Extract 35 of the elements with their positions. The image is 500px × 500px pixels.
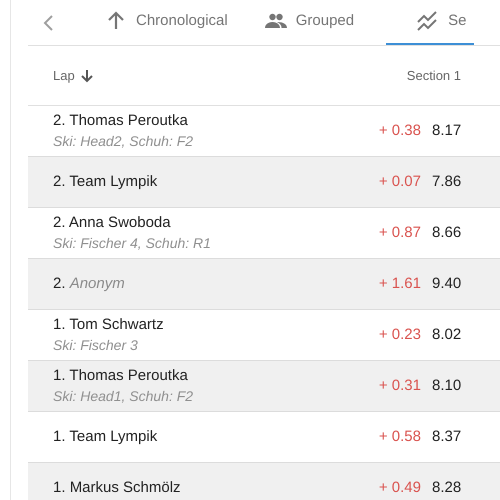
equipment-detail: Ski: Head1, Schuh: F2 (53, 387, 194, 406)
competitor-name: 2. Thomas Peroutka (53, 111, 189, 131)
column-header[interactable]: Section 1 (406, 66, 461, 86)
tab[interactable]: Chronological (100, 0, 232, 45)
section-time: 8.02 (432, 324, 462, 345)
competitor-name: 2. Team Lympik (53, 172, 158, 192)
section-time: 8.37 (432, 426, 462, 447)
competitor-name: 2. Anonym (53, 274, 125, 294)
equipment-detail: Ski: Fischer 4, Schuh: R1 (53, 234, 211, 253)
time-difference: + 0.49 (378, 478, 421, 498)
section-time: 7.86 (432, 172, 462, 192)
time-difference: + 0.23 (378, 324, 421, 345)
equipment-detail: Ski: Head2, Schuh: F2 (53, 132, 194, 151)
competitor-name: 1. Markus Schmölz (53, 478, 181, 498)
column-header[interactable]: Lap (53, 66, 93, 86)
section-time: 8.66 (432, 222, 462, 243)
section-time: 9.40 (432, 274, 462, 294)
section-time: 8.28 (432, 478, 462, 498)
time-difference: + 0.38 (378, 120, 421, 141)
time-difference: + 0.58 (378, 426, 421, 447)
time-difference: + 1.61 (378, 274, 421, 294)
sort-arrow-icon (80, 68, 93, 82)
competitor-name: 1. Tom Schwartz (53, 315, 164, 335)
competitor-name: 1. Thomas Peroutka (53, 366, 189, 386)
competitor-name: 2. Anna Swoboda (53, 213, 172, 233)
tab[interactable]: Grouped (260, 0, 358, 45)
chevron-left-icon (42, 14, 54, 32)
section-time: 8.17 (432, 120, 462, 141)
equipment-detail: Ski: Fischer 3 (53, 336, 139, 355)
section-time: 8.10 (432, 376, 462, 396)
time-difference: + 0.31 (378, 376, 421, 396)
time-difference: + 0.07 (378, 172, 421, 192)
tab[interactable]: Se (386, 0, 474, 45)
competitor-name: 1. Team Lympik (53, 427, 158, 447)
time-difference: + 0.87 (378, 222, 421, 243)
